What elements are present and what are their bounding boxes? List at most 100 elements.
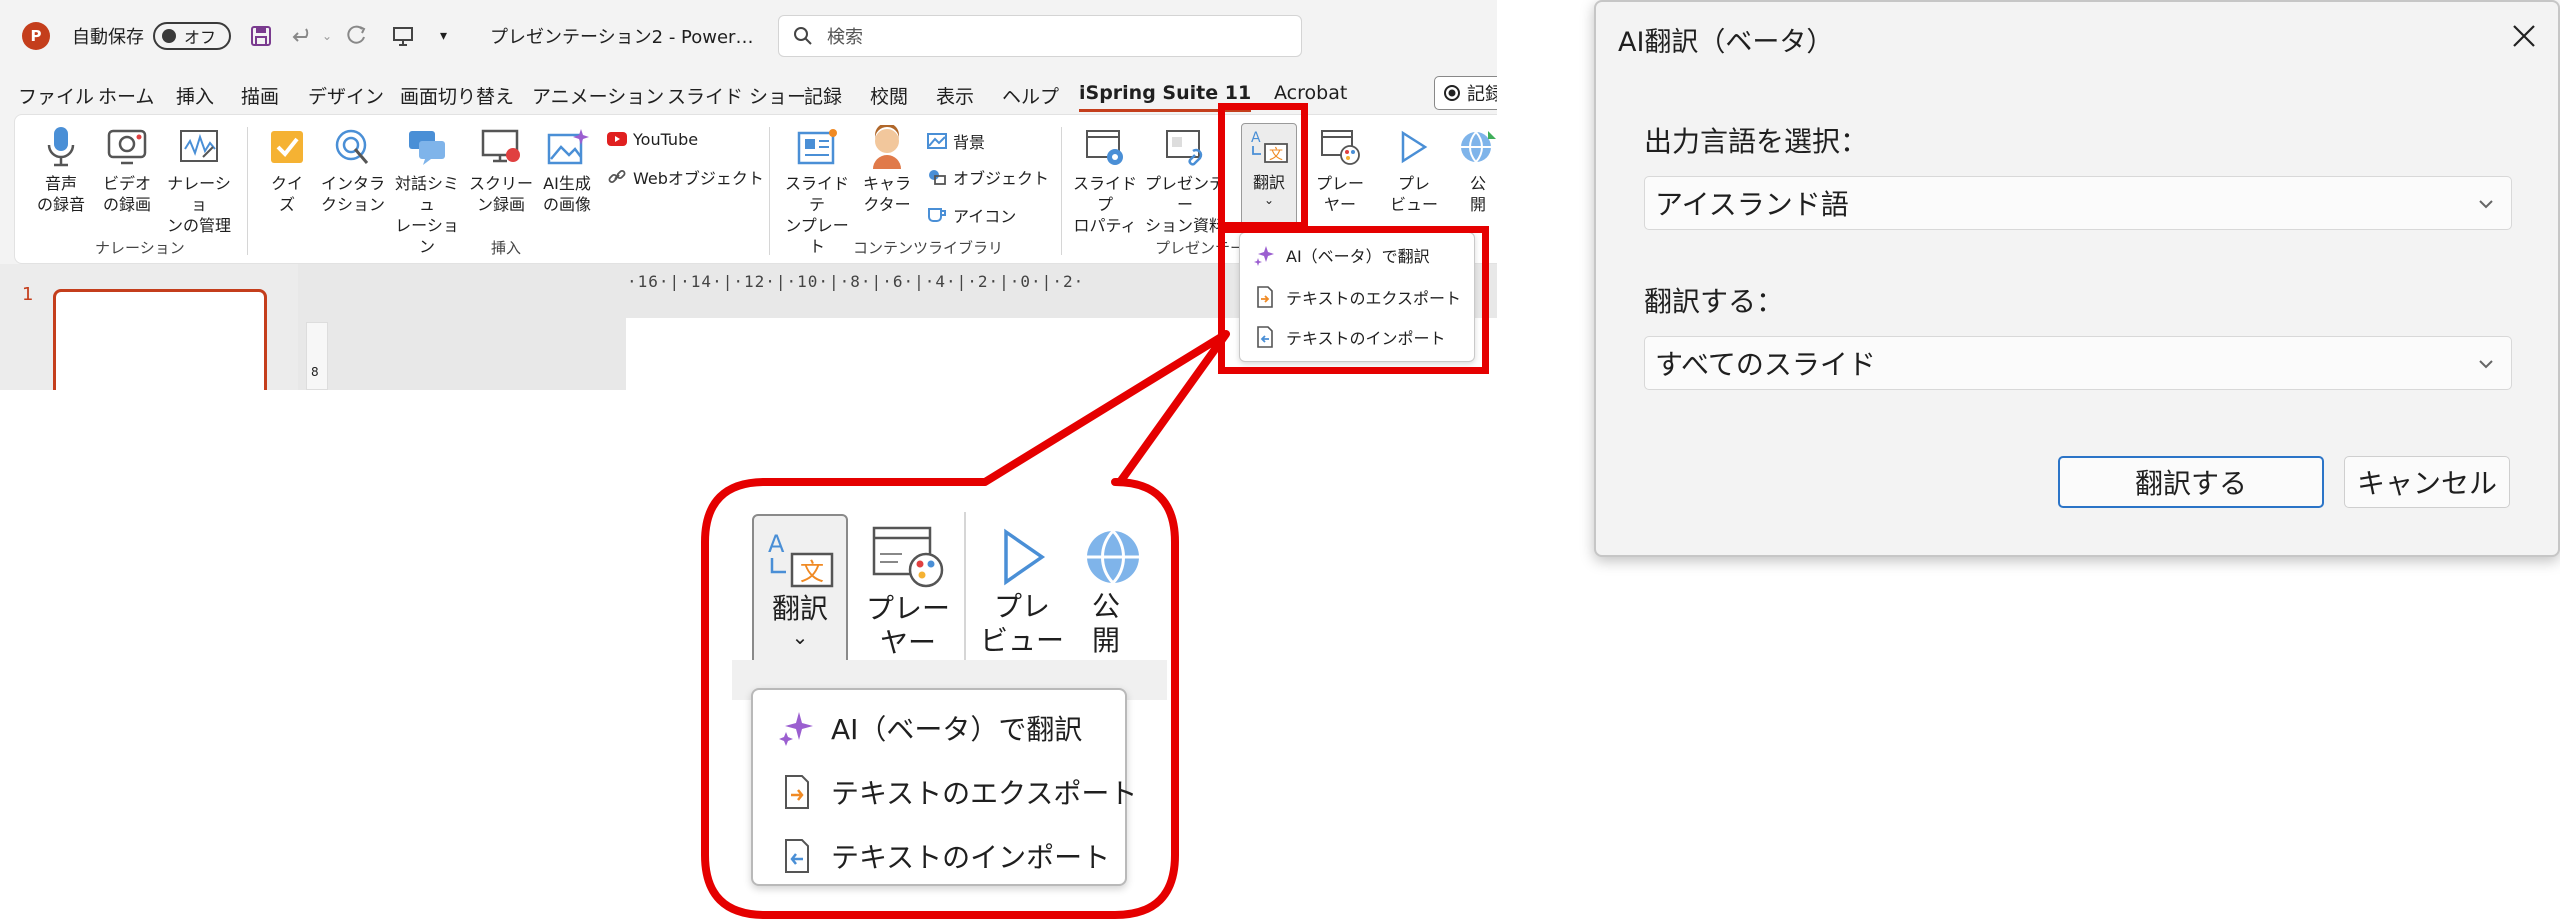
zoom-import-text-item[interactable]: テキストのインポート [779,836,1110,876]
ai-image-button[interactable]: AI生成 の画像 [535,125,599,215]
zoom-export-icon [779,774,815,810]
zoom-publish-button[interactable]: 公 開 [1078,524,1158,658]
undo-dropdown-icon[interactable]: ⌄ [322,20,332,52]
slide-template-button[interactable]: スライドテ ンプレート [781,125,853,257]
quiz-button[interactable]: クイ ズ [255,125,319,215]
autosave-label: 自動保存 [72,27,144,48]
tab-help[interactable]: ヘルプ [1002,82,1059,109]
manage-narration-button[interactable]: ナレーショ ンの管理 [163,125,235,236]
title-bar: P 自動保存 オフ ⌄ ▾ プレゼンテーション2 - Power… 検索 [0,0,1497,73]
close-icon [2513,25,2535,47]
autosave-toggle[interactable]: オフ [153,22,231,50]
powerpoint-logo-icon: P [22,22,50,50]
dialog-simulation-button[interactable]: 対話シミュ レーション [389,125,465,257]
zoom-player-label: プレー ヤー [865,592,950,659]
slide-thumbnail[interactable] [53,289,267,390]
undo-icon[interactable] [292,20,316,52]
icon-button[interactable]: アイコン [927,203,1016,227]
record-icon [1444,85,1460,101]
record-audio-label: 音声 の録音 [36,174,85,214]
screen-recording-button[interactable]: スクリー ン録画 [469,125,533,215]
tab-slideshow[interactable]: スライド ショー [667,82,806,109]
tab-insert[interactable]: 挿入 [176,82,214,109]
translate-submit-button[interactable]: 翻訳する [2058,456,2324,508]
quiz-label: クイ ズ [270,174,303,214]
dialog-simulation-label: 対話シミュ レーション [394,174,459,256]
presentation-icon[interactable] [392,20,414,52]
document-title: プレゼンテーション2 - Power… [490,27,754,48]
svg-text:文: 文 [800,558,824,586]
narration-manager-icon [176,125,222,169]
player-button[interactable]: プレー ヤー [1311,125,1369,215]
player-icon [1317,125,1363,169]
zoom-translate-icon: A文 [752,526,848,592]
output-language-select[interactable]: アイスランド語 [1644,176,2512,230]
zoom-player-button[interactable]: プレー ヤー [858,524,958,660]
translate-scope-select[interactable]: すべてのスライド [1644,336,2512,390]
chevron-down-icon [2479,360,2493,369]
record-audio-button[interactable]: 音声 の録音 [29,125,93,215]
slide-template-icon [794,125,840,169]
web-object-button[interactable]: Webオブジェクト [607,165,764,189]
zoom-export-text-item[interactable]: テキストのエクスポート [779,772,1137,812]
tab-acrobat[interactable]: Acrobat [1274,82,1347,104]
youtube-icon [607,129,627,149]
interaction-icon [330,125,376,169]
character-button[interactable]: キャラ クター [855,125,919,215]
search-box[interactable]: 検索 [778,15,1302,57]
redo-icon[interactable] [346,20,368,52]
record-button[interactable]: 記録 [1434,76,1497,110]
tab-record[interactable]: 記録 [804,82,842,109]
object-button[interactable]: オブジェクト [927,165,1049,189]
tab-animations[interactable]: アニメーション [532,82,664,109]
publish-button[interactable]: 公 開 [1455,125,1497,215]
zoom-import-icon [779,838,815,874]
chevron-down-icon [2479,200,2493,209]
ai-translate-dialog: AI翻訳（ベータ） 出力言語を選択： アイスランド語 翻訳する： すべてのスライ… [1594,0,2560,557]
interaction-button[interactable]: インタラ クション [321,125,385,215]
translate-scope-value: すべてのスライド [1655,348,1876,381]
manage-narration-label: ナレーショ ンの管理 [166,174,231,235]
zoom-callout: A文 翻訳 ⌄ プレー ヤー プレ ビュー 公 開 AI（ベータ）で翻訳 テキス… [712,490,1167,908]
customize-toolbar-icon[interactable]: ▾ [440,20,447,52]
zoom-separator [964,512,966,672]
translate-scope-label: 翻訳する： [1644,285,1785,318]
tab-design[interactable]: デザイン [308,82,384,109]
tab-file[interactable]: ファイル [18,82,94,109]
presentation-resources-button[interactable]: プレゼンテー ション資料 [1143,125,1227,236]
group-separator [1061,127,1062,255]
close-button[interactable] [2502,16,2546,56]
player-label: プレー ヤー [1315,174,1364,214]
svg-text:A: A [768,530,785,558]
background-button[interactable]: 背景 [927,129,985,153]
translate-highlight [1218,103,1308,229]
ai-image-label: AI生成 の画像 [542,174,591,214]
slide-properties-button[interactable]: スライドプ ロパティ [1069,125,1141,236]
cancel-button[interactable]: キャンセル [2344,456,2510,508]
zoom-preview-button[interactable]: プレ ビュー [974,524,1070,658]
record-video-button[interactable]: ビデオ の録画 [95,125,159,215]
record-label: 記録 [1467,84,1497,105]
vertical-ruler: 8 [306,322,328,390]
tab-draw[interactable]: 描画 [241,82,279,109]
tab-view[interactable]: 表示 [936,82,974,109]
tab-review[interactable]: 校閲 [870,82,908,109]
zoom-preview-label: プレ ビュー [979,590,1064,657]
tab-ispring[interactable]: iSpring Suite 11 [1079,82,1252,112]
youtube-button[interactable]: YouTube [607,129,698,149]
slide-number: 1 [22,284,34,305]
record-video-label: ビデオ の録画 [102,174,151,214]
save-icon[interactable] [250,20,272,52]
vertical-ruler-label: 8 [311,365,319,379]
tab-home[interactable]: ホーム [98,82,154,109]
thumbnail-pane: 1 [0,264,298,390]
zoom-translate-dropdown: AI（ベータ）で翻訳 テキストのエクスポート テキストのインポート [751,688,1137,886]
slide-properties-label: スライドプ ロパティ [1072,174,1137,235]
tab-transitions[interactable]: 画面切り替え [400,82,514,109]
zoom-ai-translate-item[interactable]: AI（ベータ）で翻訳 [779,708,1082,748]
dropdown-highlight [1218,226,1489,374]
dialog-title: AI翻訳（ベータ） [1618,27,1834,58]
screen-recording-label: スクリー ン録画 [469,174,534,214]
background-icon [927,131,947,151]
preview-button[interactable]: プレ ビュー [1387,125,1441,215]
